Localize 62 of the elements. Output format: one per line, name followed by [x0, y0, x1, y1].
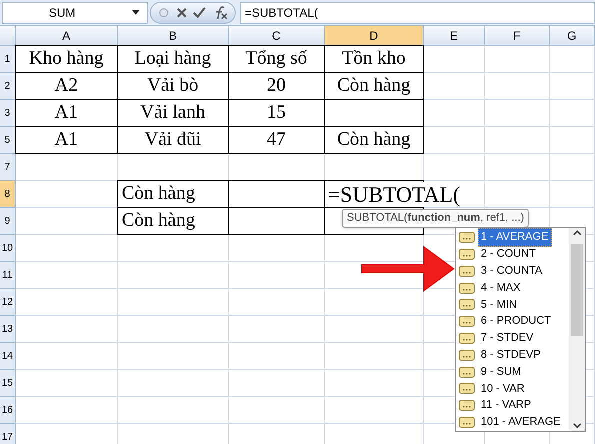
cancel-icon[interactable]: [176, 6, 188, 18]
scrollbar[interactable]: [569, 228, 585, 431]
caret-icon[interactable]: [132, 10, 140, 15]
row-header[interactable]: 15: [0, 370, 16, 397]
row-header[interactable]: 10: [0, 235, 16, 262]
scroll-down-icon[interactable]: [572, 423, 582, 429]
table-cell: Kho hàng: [15, 45, 118, 73]
function-option[interactable]: 8 - STDEVP: [456, 346, 569, 364]
row-header[interactable]: 11: [0, 262, 16, 289]
function-icon: [459, 400, 475, 412]
row-header[interactable]: 5: [0, 127, 16, 154]
row-header[interactable]: 2: [0, 73, 16, 100]
row-header[interactable]: 12: [0, 289, 16, 316]
arrow-icon: [360, 244, 456, 294]
row-header[interactable]: 13: [0, 316, 16, 343]
column-header[interactable]: E: [424, 26, 485, 45]
formula-input[interactable]: =SUBTOTAL(: [240, 2, 595, 24]
function-icon: [459, 266, 475, 277]
row-header[interactable]: 9: [0, 208, 16, 235]
function-icon: [459, 299, 475, 310]
function-icon: [459, 232, 475, 243]
function-option[interactable]: 6 - PRODUCT: [456, 313, 569, 330]
function-icon: [459, 316, 475, 328]
row-header[interactable]: 14: [0, 343, 16, 370]
row-header[interactable]: 1: [0, 46, 16, 73]
column-header[interactable]: A: [16, 26, 118, 45]
function-option[interactable]: 11 - VARP: [456, 397, 569, 414]
function-option[interactable]: 101 - AVERAGE: [456, 414, 569, 431]
function-option[interactable]: 9 - SUM: [456, 364, 569, 380]
function-option[interactable]: 5 - MIN: [456, 296, 569, 314]
function-icon: [459, 332, 475, 344]
table-cell: Còn hàng: [117, 180, 229, 208]
function-option[interactable]: 4 - MAX: [456, 280, 569, 296]
column-header[interactable]: G: [550, 26, 595, 45]
function-tooltip: SUBTOTAL(function_num, ref1, ...): [342, 209, 530, 228]
function-option[interactable]: 10 - VAR: [456, 380, 569, 398]
table-cell: Còn hàng: [324, 126, 424, 154]
scrollbar-thumb[interactable]: [571, 244, 583, 336]
function-icon: [459, 366, 475, 378]
function-option[interactable]: 3 - COUNTA: [456, 262, 569, 280]
circle-icon: [158, 6, 170, 18]
name-box[interactable]: SUM: [2, 2, 148, 24]
row-header[interactable]: 8: [0, 181, 16, 208]
function-icon: [459, 248, 475, 260]
column-header[interactable]: D: [325, 26, 424, 45]
function-icon: [459, 350, 475, 361]
table-cell: A1: [15, 126, 118, 154]
row-header[interactable]: 16: [0, 397, 16, 424]
column-header[interactable]: F: [485, 26, 550, 45]
function-option[interactable]: 2 - COUNT: [456, 246, 569, 263]
function-icon: [459, 417, 475, 428]
row-header[interactable]: 3: [0, 100, 16, 127]
function-option[interactable]: 7 - STDEV: [456, 330, 569, 347]
row-header[interactable]: 17: [0, 424, 16, 444]
table-cell: Còn hàng: [117, 207, 229, 235]
function-icon: [459, 282, 475, 294]
check-icon[interactable]: [193, 6, 206, 18]
table-cell: Tồn kho: [324, 45, 424, 73]
scroll-up-icon[interactable]: [572, 230, 582, 236]
function-icon: [459, 383, 475, 394]
column-header[interactable]: B: [118, 26, 229, 45]
row-header[interactable]: 7: [0, 154, 16, 181]
